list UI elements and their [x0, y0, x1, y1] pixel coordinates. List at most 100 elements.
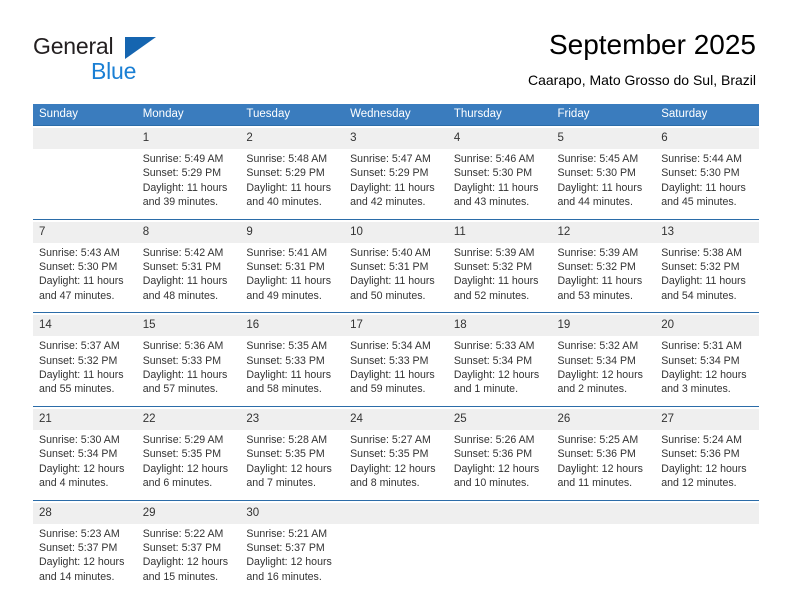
daylight-text-line1: Daylight: 11 hours	[557, 275, 643, 288]
daylight-text-line2: and 14 minutes.	[39, 570, 115, 583]
sunrise-text: Sunrise: 5:21 AM	[246, 527, 328, 540]
day-cell[interactable]: Sunrise: 5:36 AM Sunset: 5:33 PM Daylight:…	[136, 336, 241, 407]
day-number[interactable]: 28	[33, 502, 137, 524]
day-number[interactable]: 10	[344, 221, 448, 243]
sunset-text: Sunset: 5:32 PM	[453, 261, 533, 274]
page-header: General Blue September 2025 Caarapo, Mat…	[0, 0, 792, 100]
day-number[interactable]: 23	[240, 408, 345, 430]
day-number[interactable]: 17	[344, 315, 448, 337]
day-cell[interactable]: Sunrise: 5:35 AM Sunset: 5:33 PM Daylight:…	[240, 336, 345, 407]
day-detail-row: Sunrise: 5:23 AM Sunset: 5:37 PM Daylight:…	[33, 523, 759, 594]
day-number[interactable]: 20	[655, 315, 759, 337]
weekday-header-tuesday: Tuesday	[240, 104, 345, 126]
day-number[interactable]: 21	[33, 408, 137, 430]
day-cell[interactable]: Sunrise: 5:39 AM Sunset: 5:32 PM Daylight:…	[551, 242, 656, 313]
sunrise-text: Sunrise: 5:29 AM	[142, 433, 224, 446]
day-cell[interactable]: Sunrise: 5:30 AM Sunset: 5:34 PM Daylight:…	[33, 429, 137, 500]
day-cell[interactable]: Sunrise: 5:22 AM Sunset: 5:37 PM Daylight:…	[136, 523, 241, 594]
day-cell[interactable]: Sunrise: 5:33 AM Sunset: 5:34 PM Daylight:…	[447, 336, 552, 407]
day-cell[interactable]: Sunrise: 5:28 AM Sunset: 5:35 PM Daylight:…	[240, 429, 345, 500]
daylight-text-line2: and 10 minutes.	[453, 477, 530, 490]
day-cell[interactable]: Sunrise: 5:48 AM Sunset: 5:29 PM Daylight:…	[240, 149, 345, 220]
day-cell[interactable]: Sunrise: 5:43 AM Sunset: 5:30 PM Daylight:…	[33, 242, 137, 313]
day-number[interactable]: 26	[551, 408, 656, 430]
day-cell-empty	[344, 523, 448, 594]
sunrise-text: Sunrise: 5:39 AM	[557, 246, 639, 259]
day-cell[interactable]: Sunrise: 5:32 AM Sunset: 5:34 PM Daylight:…	[551, 336, 656, 407]
day-number[interactable]: 19	[551, 315, 656, 337]
daylight-text-line1: Daylight: 12 hours	[246, 556, 332, 569]
day-number[interactable]: 3	[344, 128, 448, 149]
day-number[interactable]: 14	[33, 315, 137, 337]
sunset-text: Sunset: 5:36 PM	[661, 448, 740, 461]
day-number[interactable]: 8	[136, 221, 241, 243]
sunset-text: Sunset: 5:37 PM	[246, 541, 325, 554]
day-number[interactable]: 25	[447, 408, 552, 430]
sunrise-text: Sunrise: 5:33 AM	[453, 340, 535, 353]
day-cell[interactable]: Sunrise: 5:44 AM Sunset: 5:30 PM Daylight:…	[655, 149, 759, 220]
day-detail-row: Sunrise: 5:49 AM Sunset: 5:29 PM Daylight:…	[33, 149, 759, 220]
daylight-text-line2: and 39 minutes.	[142, 196, 219, 209]
day-number[interactable]: 11	[447, 221, 552, 243]
sunrise-text: Sunrise: 5:23 AM	[39, 527, 120, 540]
day-number-empty	[344, 502, 448, 524]
day-number[interactable]: 5	[551, 128, 656, 149]
sunrise-text: Sunrise: 5:48 AM	[246, 153, 328, 165]
sunset-text: Sunset: 5:31 PM	[246, 261, 325, 274]
sunset-text: Sunset: 5:36 PM	[557, 448, 636, 461]
day-number[interactable]: 6	[655, 128, 759, 149]
daylight-text-line1: Daylight: 11 hours	[142, 181, 228, 194]
day-cell[interactable]: Sunrise: 5:39 AM Sunset: 5:32 PM Daylight:…	[447, 242, 552, 313]
day-number[interactable]: 16	[240, 315, 345, 337]
calendar-page: General Blue September 2025 Caarapo, Mat…	[0, 0, 792, 612]
day-detail-row: Sunrise: 5:43 AM Sunset: 5:30 PM Daylight:…	[33, 242, 759, 313]
day-cell[interactable]: Sunrise: 5:40 AM Sunset: 5:31 PM Daylight:…	[344, 242, 448, 313]
day-cell[interactable]: Sunrise: 5:23 AM Sunset: 5:37 PM Daylight:…	[33, 523, 137, 594]
day-cell[interactable]: Sunrise: 5:31 AM Sunset: 5:34 PM Daylight:…	[655, 336, 759, 407]
day-number[interactable]: 30	[240, 502, 345, 524]
day-cell[interactable]: Sunrise: 5:24 AM Sunset: 5:36 PM Daylight:…	[655, 429, 759, 500]
day-cell[interactable]: Sunrise: 5:49 AM Sunset: 5:29 PM Daylight:…	[136, 149, 241, 220]
day-cell[interactable]: Sunrise: 5:29 AM Sunset: 5:35 PM Daylight:…	[136, 429, 241, 500]
page-subtitle: Caarapo, Mato Grosso do Sul, Brazil	[528, 72, 756, 88]
day-number[interactable]: 4	[447, 128, 552, 149]
logo-text-blue: Blue	[91, 58, 137, 84]
day-number[interactable]: 2	[240, 128, 345, 149]
day-cell[interactable]: Sunrise: 5:38 AM Sunset: 5:32 PM Daylight:…	[655, 242, 759, 313]
day-cell[interactable]: Sunrise: 5:37 AM Sunset: 5:32 PM Daylight:…	[33, 336, 137, 407]
sunset-text: Sunset: 5:37 PM	[142, 541, 222, 554]
day-number[interactable]: 18	[447, 315, 552, 337]
day-cell[interactable]: Sunrise: 5:41 AM Sunset: 5:31 PM Daylight:…	[240, 242, 345, 313]
day-cell[interactable]: Sunrise: 5:25 AM Sunset: 5:36 PM Daylight:…	[551, 429, 656, 500]
weekday-header-thursday: Thursday	[447, 104, 552, 126]
day-cell[interactable]: Sunrise: 5:46 AM Sunset: 5:30 PM Daylight:…	[447, 149, 552, 220]
day-number[interactable]: 13	[655, 221, 759, 243]
sunrise-text: Sunrise: 5:37 AM	[39, 340, 120, 353]
day-number-empty	[655, 502, 759, 524]
sunrise-text: Sunrise: 5:25 AM	[557, 433, 639, 446]
day-number[interactable]: 15	[136, 315, 241, 337]
day-number[interactable]: 24	[344, 408, 448, 430]
sunrise-text: Sunrise: 5:40 AM	[350, 246, 431, 259]
day-number[interactable]: 12	[551, 221, 656, 243]
day-cell-empty	[33, 149, 137, 220]
day-number[interactable]: 29	[136, 502, 241, 524]
day-cell[interactable]: Sunrise: 5:26 AM Sunset: 5:36 PM Daylight:…	[447, 429, 552, 500]
day-number[interactable]: 7	[33, 221, 137, 243]
page-title: September 2025	[548, 29, 756, 60]
daylight-text-line2: and 43 minutes.	[453, 196, 530, 209]
day-cell[interactable]: Sunrise: 5:45 AM Sunset: 5:30 PM Daylight:…	[551, 149, 656, 220]
day-cell[interactable]: Sunrise: 5:42 AM Sunset: 5:31 PM Daylight:…	[136, 242, 241, 313]
day-cell[interactable]: Sunrise: 5:47 AM Sunset: 5:29 PM Daylight:…	[344, 149, 448, 220]
day-number[interactable]: 22	[136, 408, 241, 430]
day-cell[interactable]: Sunrise: 5:21 AM Sunset: 5:37 PM Daylight:…	[240, 523, 345, 594]
day-cell[interactable]: Sunrise: 5:27 AM Sunset: 5:35 PM Daylight:…	[344, 429, 448, 500]
sunset-text: Sunset: 5:30 PM	[661, 167, 740, 180]
day-number[interactable]: 9	[240, 221, 345, 243]
daylight-text-line1: Daylight: 11 hours	[142, 275, 228, 288]
day-number[interactable]: 27	[655, 408, 759, 430]
daylight-text-line2: and 54 minutes.	[661, 289, 737, 302]
day-cell[interactable]: Sunrise: 5:34 AM Sunset: 5:33 PM Daylight:…	[344, 336, 448, 407]
day-number[interactable]: 1	[136, 128, 241, 149]
sunrise-text: Sunrise: 5:27 AM	[350, 433, 431, 446]
